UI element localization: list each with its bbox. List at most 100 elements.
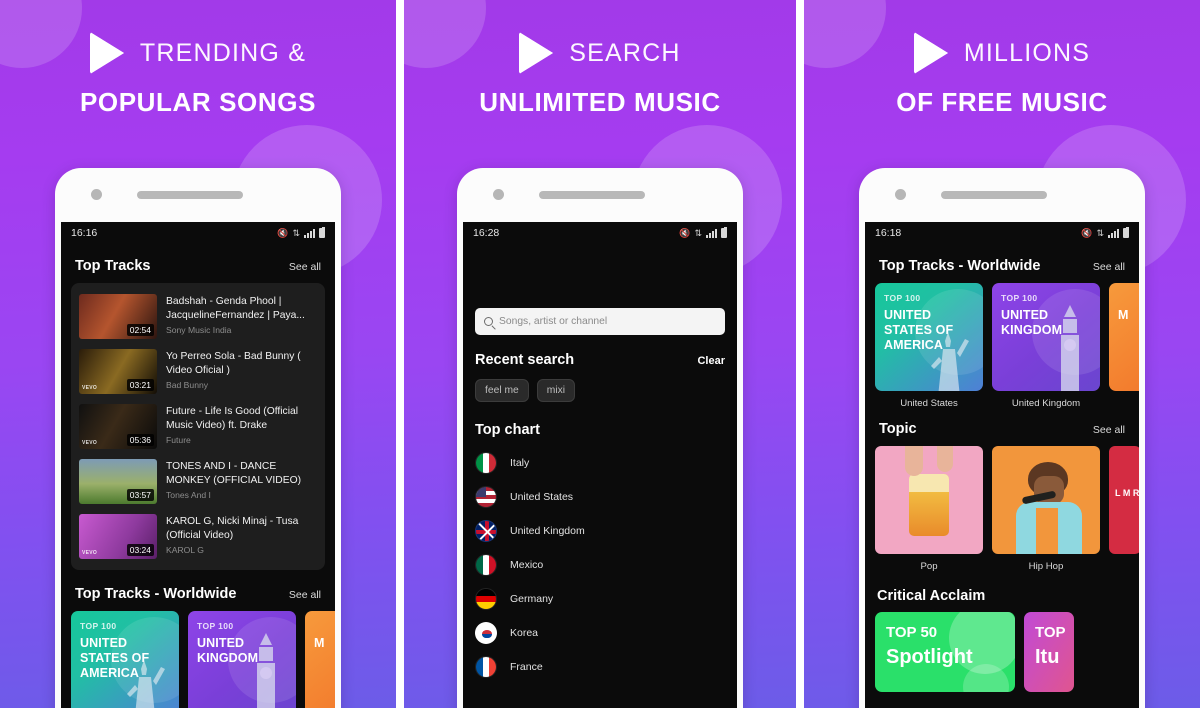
track-thumbnail: VEVO 03:24 bbox=[79, 514, 157, 559]
phone-screen-search: 16:28 🔇 ⇅ Songs, artist or channel Recen… bbox=[463, 222, 737, 708]
topic-card-hip-hop[interactable]: Hip Hop bbox=[992, 446, 1100, 572]
statue-of-liberty-icon bbox=[931, 332, 969, 391]
earpiece-speaker bbox=[137, 191, 243, 199]
list-item-germany[interactable]: Germany bbox=[463, 582, 737, 616]
list-item-korea[interactable]: Korea bbox=[463, 616, 737, 650]
statue-of-liberty-icon bbox=[127, 660, 165, 708]
critical-card-line2: Spotlight bbox=[886, 646, 973, 668]
flag-mexico-icon bbox=[475, 554, 497, 576]
card-rank-label: TOP 100 bbox=[1001, 293, 1038, 303]
earpiece-speaker bbox=[941, 191, 1047, 199]
status-bar: 16:28 🔇 ⇅ bbox=[463, 222, 737, 244]
list-item-france[interactable]: France bbox=[463, 650, 737, 684]
list-item[interactable]: 03:57 TONES AND I - DANCE MONKEY (OFFICI… bbox=[71, 454, 325, 509]
search-input[interactable]: Songs, artist or channel bbox=[475, 308, 725, 335]
list-item[interactable]: VEVO 05:36 Future - Life Is Good (Offici… bbox=[71, 399, 325, 454]
critical-card-line2: Itu bbox=[1035, 646, 1060, 668]
panel-search: SEARCH UNLIMITED MUSIC 16:28 🔇 ⇅ Songs, … bbox=[400, 0, 800, 708]
card-label: United Kingdom bbox=[1011, 398, 1081, 409]
country-card-united-kingdom[interactable]: TOP 100 UNITED KINGDOM United Kingdom bbox=[992, 283, 1100, 409]
phone-mockup-trending: 16:16 🔇 ⇅ Top Tracks See all 02:54 Badsh… bbox=[55, 168, 341, 708]
list-item-italy[interactable]: Italy bbox=[463, 446, 737, 480]
battery-icon bbox=[1123, 227, 1129, 238]
country-name: United States bbox=[510, 491, 574, 503]
section-header-top-tracks: Top Tracks See all bbox=[61, 258, 335, 274]
track-channel: Bad Bunny bbox=[166, 380, 209, 391]
phone-bezel-top bbox=[55, 168, 341, 222]
list-item[interactable]: VEVO 03:24 KAROL G, Nicki Minaj - Tusa (… bbox=[71, 509, 325, 564]
track-channel: Tones And I bbox=[166, 490, 211, 501]
earpiece-speaker bbox=[539, 191, 645, 199]
section-title: Topic bbox=[879, 421, 917, 437]
signal-icon bbox=[1108, 229, 1119, 238]
country-card-mexico[interactable]: M bbox=[305, 611, 335, 708]
track-title: TONES AND I - DANCE MONKEY (OFFICIAL VID… bbox=[166, 461, 302, 486]
signal-icon bbox=[706, 229, 717, 238]
flag-korea-icon bbox=[475, 622, 497, 644]
flag-germany-icon bbox=[475, 588, 497, 610]
play-triangle-icon bbox=[913, 32, 948, 74]
track-duration: 03:24 bbox=[126, 544, 154, 556]
card-country-name: M bbox=[1118, 308, 1129, 322]
topic-label: Pop bbox=[920, 561, 938, 572]
list-item-united-kingdom[interactable]: United Kingdom bbox=[463, 514, 737, 548]
topic-art-soda-can-pink bbox=[875, 446, 983, 554]
track-title: Yo Perreo Sola - Bad Bunny ( Video Ofici… bbox=[166, 351, 301, 376]
headline-search: SEARCH UNLIMITED MUSIC bbox=[404, 32, 796, 118]
topic-label: Hip Hop bbox=[1028, 561, 1064, 572]
panel-millions: MILLIONS OF FREE MUSIC 16:18 🔇 ⇅ Top Tra… bbox=[800, 0, 1200, 708]
data-icon: ⇅ bbox=[292, 228, 300, 238]
headline-line1: MILLIONS bbox=[963, 38, 1091, 67]
topic-card-partial[interactable]: L M R bbox=[1109, 446, 1139, 572]
country-name: United Kingdom bbox=[510, 525, 585, 537]
phone-mockup-millions: 16:18 🔇 ⇅ Top Tracks - Worldwide See all bbox=[859, 168, 1145, 708]
headline-trending: TRENDING & POPULAR SONGS bbox=[0, 32, 396, 118]
country-card-united-states[interactable]: TOP 100 UNITED STATES OF AMERICA United … bbox=[71, 611, 179, 708]
list-item-united-states[interactable]: United States bbox=[463, 480, 737, 514]
country-card-united-states[interactable]: TOP 100 UNITED STATES OF AMERICA United … bbox=[875, 283, 983, 409]
flag-italy-icon bbox=[475, 452, 497, 474]
phone-mockup-search: 16:28 🔇 ⇅ Songs, artist or channel Recen… bbox=[457, 168, 743, 708]
list-item[interactable]: VEVO 03:21 Yo Perreo Sola - Bad Bunny ( … bbox=[71, 344, 325, 399]
critical-card-spotlight[interactable]: TOP 50 Spotlight bbox=[875, 612, 1015, 692]
headline-line2: OF FREE MUSIC bbox=[896, 87, 1108, 117]
see-all-link[interactable]: See all bbox=[1093, 261, 1125, 273]
play-triangle-icon bbox=[519, 32, 554, 74]
country-card-mexico[interactable]: M bbox=[1109, 283, 1139, 409]
vevo-badge: VEVO bbox=[82, 440, 98, 446]
worldwide-cards-row: TOP 100 UNITED STATES OF AMERICA United … bbox=[61, 611, 335, 708]
clear-button[interactable]: Clear bbox=[697, 355, 725, 367]
vevo-badge: VEVO bbox=[82, 385, 98, 391]
headline-line2: POPULAR SONGS bbox=[79, 87, 317, 117]
country-card-united-kingdom[interactable]: TOP 100 UNITED KINGDOM United Kingdom bbox=[188, 611, 296, 708]
status-bar: 16:18 🔇 ⇅ bbox=[865, 222, 1139, 244]
topic-art-red-card: L M R bbox=[1109, 446, 1139, 554]
topic-art-rapper-orange bbox=[992, 446, 1100, 554]
recent-chip[interactable]: mixi bbox=[536, 379, 576, 402]
big-ben-icon bbox=[1061, 305, 1079, 391]
recent-chip[interactable]: feel me bbox=[475, 379, 529, 402]
see-all-link[interactable]: See all bbox=[1093, 424, 1125, 436]
camera-icon bbox=[493, 189, 504, 200]
see-all-link[interactable]: See all bbox=[289, 261, 321, 273]
card-rank-label: TOP 100 bbox=[80, 621, 117, 631]
country-name: Italy bbox=[510, 457, 530, 469]
country-name: France bbox=[510, 661, 543, 673]
track-thumbnail: VEVO 03:21 bbox=[79, 349, 157, 394]
phone-bezel-top bbox=[457, 168, 743, 222]
recent-search-title: Recent search bbox=[475, 352, 575, 368]
see-all-link[interactable]: See all bbox=[289, 589, 321, 601]
card-label: United States bbox=[900, 398, 958, 409]
list-item[interactable]: 02:54 Badshah - Genda Phool | Jacqueline… bbox=[71, 289, 325, 344]
section-title: Top Tracks - Worldwide bbox=[75, 586, 237, 602]
critical-card-itunes[interactable]: TOP Itu bbox=[1024, 612, 1074, 692]
play-triangle-icon bbox=[89, 32, 124, 74]
flag-france-icon bbox=[475, 656, 497, 678]
topic-card-pop[interactable]: Pop bbox=[875, 446, 983, 572]
mute-icon: 🔇 bbox=[679, 228, 691, 238]
search-placeholder: Songs, artist or channel bbox=[499, 316, 608, 327]
camera-icon bbox=[91, 189, 102, 200]
big-ben-icon bbox=[257, 633, 275, 708]
worldwide-cards-row: TOP 100 UNITED STATES OF AMERICA United … bbox=[865, 283, 1139, 409]
list-item-mexico[interactable]: Mexico bbox=[463, 548, 737, 582]
